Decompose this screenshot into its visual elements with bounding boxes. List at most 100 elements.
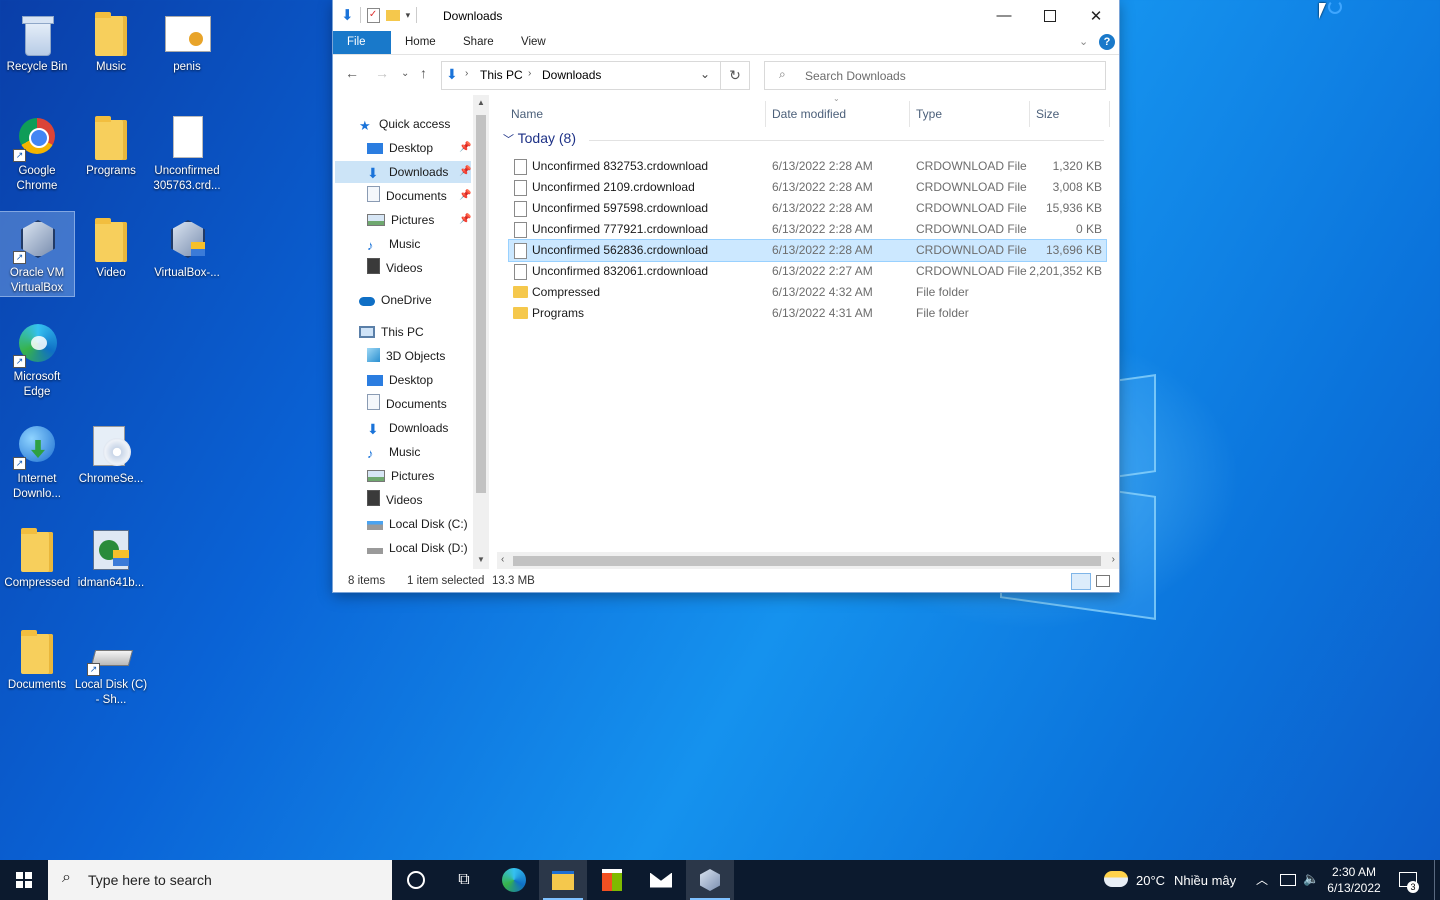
- taskbar-virtualbox-button[interactable]: [686, 860, 734, 900]
- volume-muted-icon[interactable]: 🔈: [1303, 871, 1319, 887]
- show-desktop-button[interactable]: [1434, 860, 1440, 900]
- tab-file[interactable]: File: [333, 31, 391, 54]
- desktop-icon-edge[interactable]: ↗ Microsoft Edge: [0, 316, 74, 400]
- desktop-icon-virtualbox[interactable]: ↗ Oracle VM VirtualBox: [0, 211, 75, 297]
- taskbar-edge-button[interactable]: [490, 860, 538, 900]
- folder-row[interactable]: Programs 6/13/2022 4:31 AM File folder: [509, 303, 1106, 324]
- nav-pictures[interactable]: Pictures: [367, 209, 434, 231]
- folder-row[interactable]: Compressed 6/13/2022 4:32 AM File folder: [509, 282, 1106, 303]
- nav-3d-objects[interactable]: 3D Objects: [367, 345, 445, 367]
- system-clock[interactable]: 2:30 AM 6/13/2022: [1318, 864, 1390, 896]
- taskbar-store-button[interactable]: [588, 860, 636, 900]
- details-view-icon[interactable]: [1071, 573, 1091, 590]
- properties-icon[interactable]: ✓: [366, 7, 380, 23]
- nav-downloads[interactable]: ⬇ Downloads: [367, 161, 448, 183]
- forward-arrow-icon[interactable]: →: [375, 65, 389, 81]
- back-arrow-icon[interactable]: ←: [345, 65, 359, 81]
- file-row[interactable]: Unconfirmed 2109.crdownload 6/13/2022 2:…: [509, 177, 1106, 198]
- nav-local-disk-c[interactable]: Local Disk (C:): [367, 513, 468, 535]
- pin-icon: 📌: [459, 214, 472, 225]
- up-arrow-icon[interactable]: ↑: [420, 65, 427, 81]
- address-bar[interactable]: ⬇ › This PC › Downloads ⌄: [441, 61, 721, 90]
- file-row[interactable]: Unconfirmed 597598.crdownload 6/13/2022 …: [509, 198, 1106, 219]
- taskbar-file-explorer-button[interactable]: [539, 860, 587, 900]
- nav-pc-pictures[interactable]: Pictures: [367, 465, 434, 487]
- scroll-down-arrow-icon[interactable]: ▼: [477, 555, 485, 564]
- help-icon[interactable]: ?: [1099, 34, 1115, 50]
- desktop-icon-idman-installer[interactable]: idman641b...: [74, 522, 148, 591]
- desktop-icon-virtualbox-installer[interactable]: VirtualBox-...: [150, 212, 224, 281]
- nav-this-pc[interactable]: This PC: [359, 321, 424, 343]
- desktop-icon-music[interactable]: Music: [74, 6, 148, 75]
- desktop-icon-recycle-bin[interactable]: Recycle Bin: [0, 6, 74, 75]
- scroll-up-arrow-icon[interactable]: ▲: [477, 98, 485, 107]
- taskbar-mail-button[interactable]: [637, 860, 685, 900]
- weather-temperature[interactable]: 20°C: [1136, 873, 1165, 888]
- breadcrumb-this-pc[interactable]: This PC: [480, 68, 523, 82]
- large-icons-view-icon[interactable]: [1096, 575, 1110, 587]
- column-header-size[interactable]: Size: [1036, 103, 1059, 125]
- breadcrumb-downloads[interactable]: Downloads: [542, 68, 601, 82]
- desktop-icon-chromesetup[interactable]: ChromeSe...: [74, 418, 148, 487]
- new-folder-icon[interactable]: [385, 9, 400, 21]
- customize-toolbar-chevron-icon[interactable]: ▾: [406, 10, 411, 21]
- nav-local-disk-d[interactable]: Local Disk (D:): [367, 537, 468, 559]
- nav-videos[interactable]: Videos: [367, 257, 422, 279]
- nav-pc-music[interactable]: ♪ Music: [367, 441, 420, 463]
- weather-description[interactable]: Nhiều mây: [1174, 873, 1236, 888]
- column-header-type[interactable]: Type: [916, 103, 942, 125]
- refresh-button[interactable]: ↻: [721, 61, 750, 90]
- address-dropdown-chevron-icon[interactable]: ⌄: [700, 67, 710, 81]
- tab-home[interactable]: Home: [391, 31, 450, 54]
- nav-pc-documents[interactable]: Documents: [367, 393, 447, 415]
- desktop-icon-video[interactable]: Video: [74, 212, 148, 281]
- network-icon[interactable]: [1280, 874, 1296, 886]
- nav-desktop[interactable]: Desktop: [367, 137, 433, 159]
- desktop-icon-chrome[interactable]: ↗ Google Chrome: [0, 110, 74, 194]
- expand-ribbon-chevron-icon[interactable]: ⌄: [1079, 35, 1088, 48]
- desktop-icon-unconfirmed[interactable]: Unconfirmed 305763.crd...: [150, 110, 224, 194]
- file-row[interactable]: Unconfirmed 832753.crdownload 6/13/2022 …: [509, 156, 1106, 177]
- task-view-button[interactable]: ⧉: [440, 860, 488, 900]
- column-header-date-modified[interactable]: Date modified: [772, 103, 846, 125]
- desktop-icon-local-disk[interactable]: ↗ Local Disk (C) - Sh...: [74, 624, 148, 708]
- scrollbar-thumb[interactable]: [476, 115, 486, 493]
- column-header-name[interactable]: Name: [511, 103, 543, 125]
- nav-scrollbar[interactable]: ▲ ▼: [473, 95, 489, 569]
- file-row-selected[interactable]: Unconfirmed 562836.crdownload 6/13/2022 …: [508, 239, 1107, 262]
- column-divider[interactable]: [765, 101, 766, 127]
- nav-quick-access[interactable]: ★ Quick access: [359, 113, 450, 135]
- desktop-icon-penis[interactable]: penis: [150, 6, 224, 75]
- group-header-today[interactable]: ﹀ Today (8): [503, 130, 576, 147]
- minimize-button[interactable]: —: [981, 0, 1027, 31]
- maximize-button[interactable]: [1027, 0, 1073, 31]
- show-hidden-icons-chevron-icon[interactable]: ︿: [1256, 871, 1268, 888]
- scroll-right-arrow-icon[interactable]: ›: [1112, 554, 1115, 565]
- search-input[interactable]: ⌕ Search Downloads: [764, 61, 1106, 90]
- desktop-icon-idm[interactable]: ↗ Internet Downlo...: [0, 418, 74, 502]
- file-row[interactable]: Unconfirmed 777921.crdownload 6/13/2022 …: [509, 219, 1106, 240]
- column-divider[interactable]: [1109, 101, 1110, 127]
- tab-share[interactable]: Share: [449, 31, 508, 54]
- nav-music[interactable]: ♪ Music: [367, 233, 420, 255]
- desktop-icon-documents[interactable]: Documents: [0, 624, 74, 693]
- cortana-button[interactable]: [392, 860, 440, 900]
- nav-pc-downloads[interactable]: ⬇ Downloads: [367, 417, 448, 439]
- horizontal-scrollbar[interactable]: ‹ ›: [497, 552, 1119, 569]
- column-divider[interactable]: [1029, 101, 1030, 127]
- column-divider[interactable]: [909, 101, 910, 127]
- nav-onedrive[interactable]: OneDrive: [359, 289, 432, 311]
- tab-view[interactable]: View: [507, 31, 560, 54]
- scrollbar-thumb[interactable]: [513, 556, 1101, 566]
- file-row[interactable]: Unconfirmed 832061.crdownload 6/13/2022 …: [509, 261, 1106, 282]
- close-button[interactable]: ✕: [1073, 0, 1119, 31]
- nav-documents[interactable]: Documents: [367, 185, 447, 207]
- taskbar-search-input[interactable]: ⌕ Type here to search: [48, 860, 392, 900]
- nav-pc-desktop[interactable]: Desktop: [367, 369, 433, 391]
- start-button[interactable]: [0, 860, 48, 900]
- scroll-left-arrow-icon[interactable]: ‹: [501, 554, 504, 565]
- desktop-icon-programs[interactable]: Programs: [74, 110, 148, 179]
- nav-pc-videos[interactable]: Videos: [367, 489, 422, 511]
- recent-locations-chevron-icon[interactable]: ⌄: [401, 68, 409, 79]
- desktop-icon-compressed[interactable]: Compressed: [0, 522, 74, 591]
